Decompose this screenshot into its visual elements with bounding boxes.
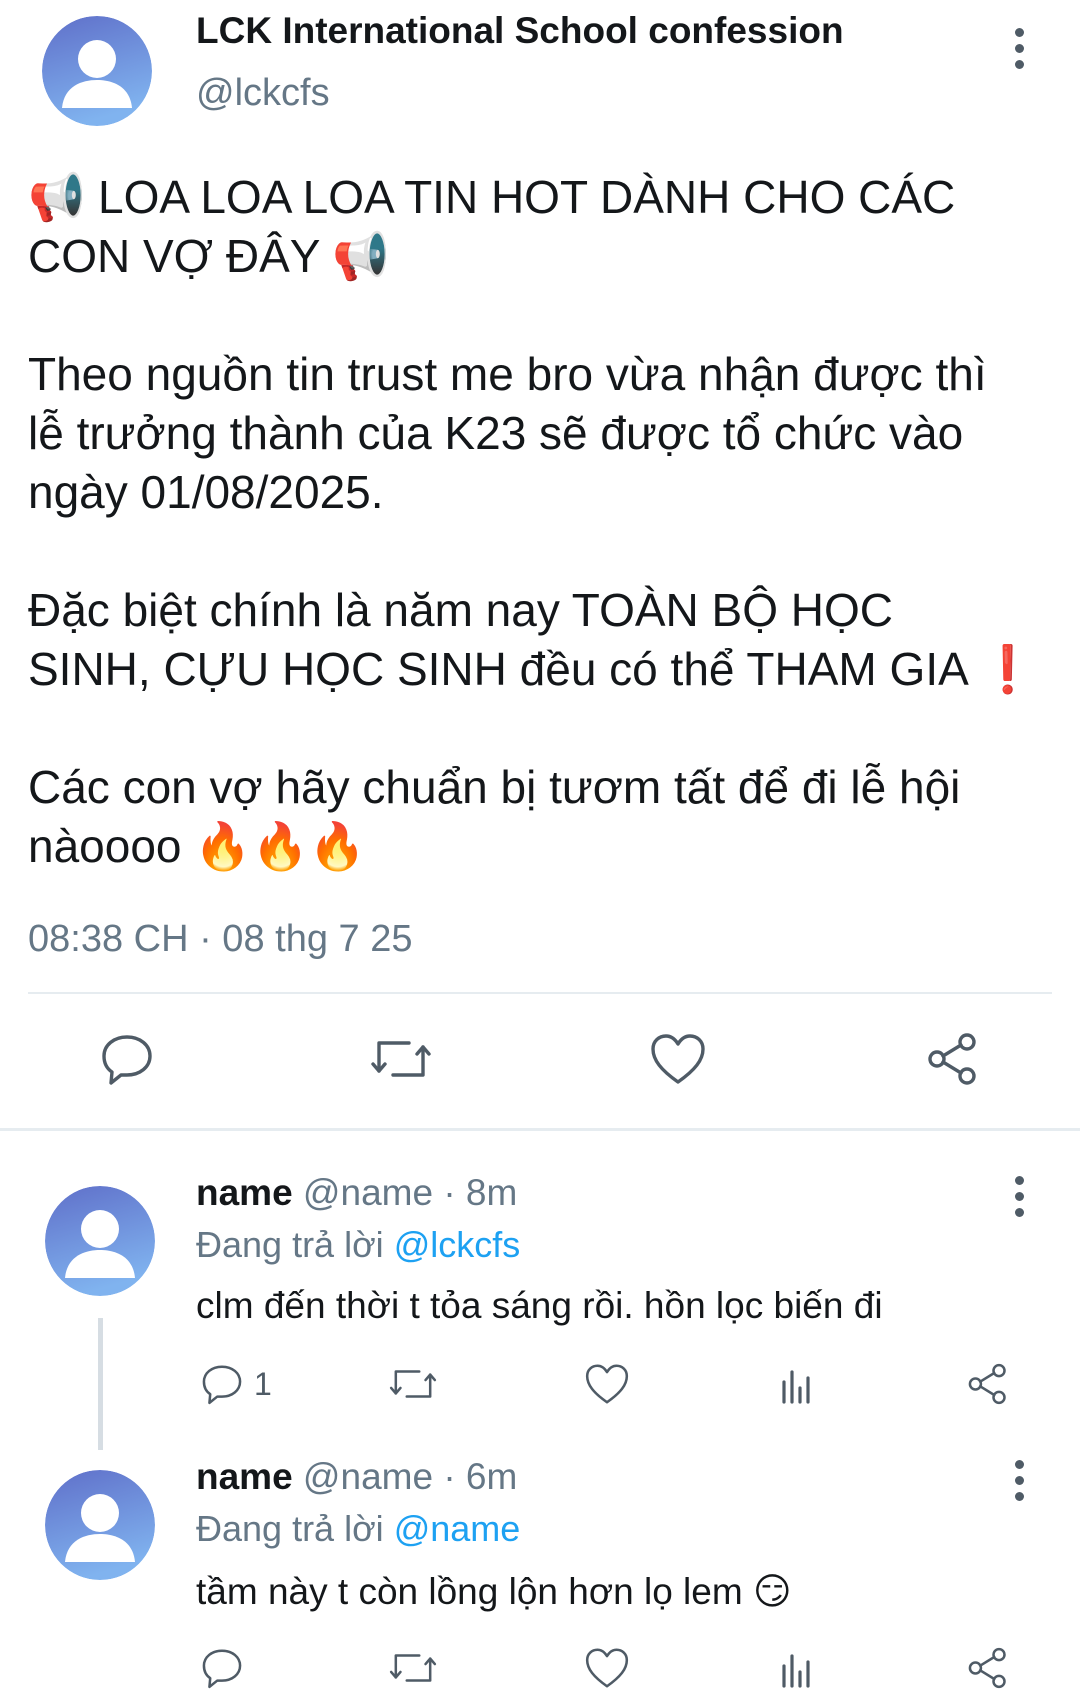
thread-line — [98, 1318, 103, 1450]
tweet-line: lễ trưởng thành của K23 sẽ được tổ chức … — [28, 407, 964, 459]
more-options-icon[interactable] — [1007, 1450, 1031, 1510]
tweet-line: SINH, CỰU HỌC SINH đều có thể THAM GIA ❗ — [28, 643, 1037, 695]
views-button[interactable] — [778, 1640, 818, 1696]
retweet-button[interactable] — [366, 1024, 436, 1094]
replying-to-link[interactable]: @name — [394, 1508, 521, 1549]
reply-meta: @name · 8m — [292, 1172, 518, 1213]
views-icon — [782, 1370, 810, 1404]
like-button[interactable] — [584, 1640, 630, 1696]
tweet-line: nàoooo 🔥🔥🔥 — [28, 820, 367, 872]
replying-to: Đang trả lời @lckcfs — [196, 1224, 520, 1266]
like-button[interactable] — [643, 1024, 713, 1094]
views-button[interactable] — [778, 1356, 818, 1412]
like-icon — [585, 1648, 629, 1688]
reply-text: tầm này t còn lồng lộn hơn lọ lem 😏 — [196, 1571, 792, 1612]
reply-author-name[interactable]: name — [196, 1456, 293, 1497]
replying-to: Đang trả lời @name — [196, 1508, 520, 1550]
tweet-line: Đặc biệt chính là năm nay TOÀN BỘ HỌC — [28, 584, 893, 636]
reply-author-name[interactable]: name — [196, 1172, 293, 1213]
retweet-button[interactable] — [388, 1356, 438, 1412]
reply-count: 1 — [254, 1365, 272, 1402]
retweet-button[interactable] — [388, 1640, 438, 1696]
more-options-icon[interactable] — [1007, 18, 1031, 78]
share-button[interactable] — [918, 1024, 988, 1094]
share-icon — [968, 1363, 1006, 1405]
replying-prefix: Đang trả lời — [196, 1508, 394, 1549]
share-icon — [928, 1033, 976, 1085]
share-button[interactable] — [966, 1640, 1010, 1696]
tweet-line: Các con vợ hãy chuẩn bị tươm tất để đi l… — [28, 761, 961, 813]
retweet-icon — [371, 1041, 431, 1077]
reply-avatar[interactable] — [45, 1470, 155, 1580]
author-name[interactable]: LCK International School confession — [196, 10, 844, 52]
reply-icon — [202, 1365, 242, 1405]
tweet-body: 📢 LOA LOA LOA TIN HOT DÀNH CHO CÁC CON V… — [28, 168, 1078, 876]
section-divider — [0, 1128, 1080, 1131]
reply-button[interactable]: 1 — [200, 1356, 272, 1412]
reply-icon — [202, 1649, 242, 1689]
replying-to-link[interactable]: @lckcfs — [394, 1224, 521, 1265]
reply-button[interactable] — [200, 1640, 254, 1696]
reply-header: name @name · 8m — [196, 1172, 517, 1214]
author-handle[interactable]: @lckcfs — [196, 72, 330, 115]
like-icon — [651, 1034, 705, 1084]
more-options-icon[interactable] — [1007, 1166, 1031, 1226]
replying-prefix: Đang trả lời — [196, 1224, 394, 1265]
tweet-timestamp[interactable]: 08:38 CH · 08 thg 7 25 — [28, 918, 412, 961]
reply-text: clm đến thời t tỏa sáng rồi. hồn lọc biế… — [196, 1285, 883, 1326]
tweet-line: Theo nguồn tin trust me bro vừa nhận đượ… — [28, 348, 987, 400]
reply-avatar[interactable] — [45, 1186, 155, 1296]
tweet-line: 📢 LOA LOA LOA TIN HOT DÀNH CHO CÁC — [28, 171, 956, 223]
tweet-line: CON VỢ ĐÂY 📢 — [28, 230, 390, 282]
reply-header: name @name · 6m — [196, 1456, 517, 1498]
share-button[interactable] — [966, 1356, 1010, 1412]
divider — [28, 992, 1052, 994]
like-icon — [585, 1364, 629, 1404]
views-icon — [782, 1654, 810, 1688]
reply-button[interactable] — [92, 1024, 162, 1094]
share-icon — [968, 1647, 1006, 1689]
author-avatar[interactable] — [42, 16, 152, 126]
reply-icon — [102, 1035, 152, 1085]
like-button[interactable] — [584, 1356, 630, 1412]
reply-meta: @name · 6m — [292, 1456, 518, 1497]
retweet-icon — [389, 1654, 437, 1682]
retweet-icon — [389, 1370, 437, 1398]
tweet-line: ngày 01/08/2025. — [28, 466, 384, 518]
